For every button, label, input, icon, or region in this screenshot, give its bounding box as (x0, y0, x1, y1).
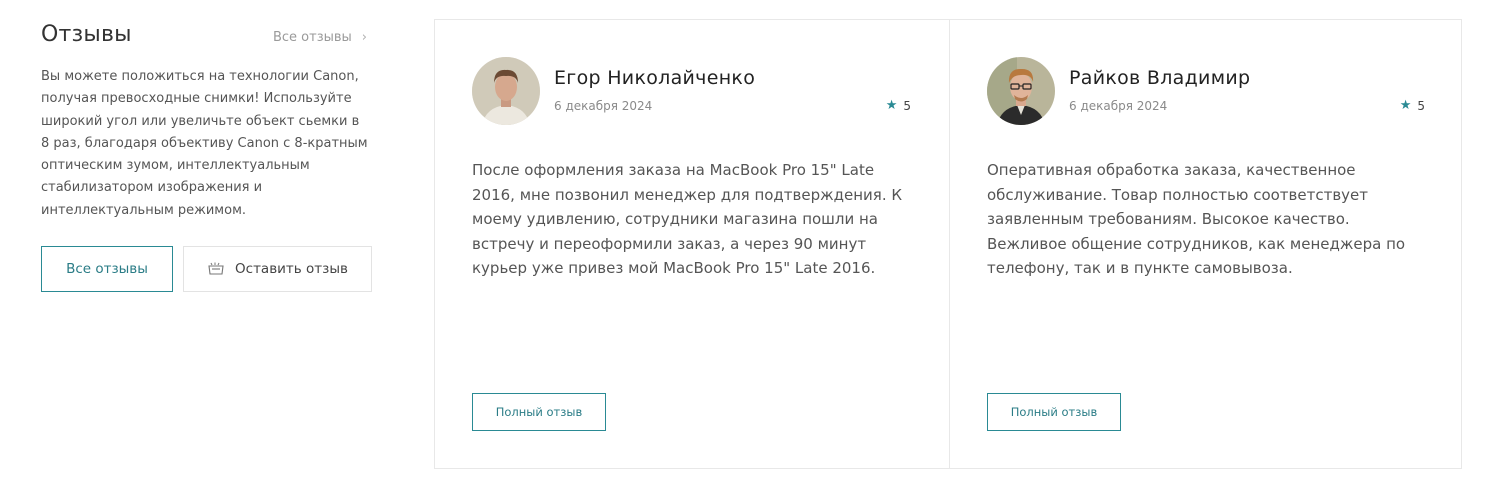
author-name: Егор Николайченко (554, 67, 756, 89)
review-meta: 6 декабря 2024 ★ 5 (554, 98, 912, 113)
author-block: Егор Николайченко 6 декабря 2024 ★ 5 (554, 57, 912, 113)
leave-review-button[interactable]: Оставить отзыв (183, 246, 372, 293)
review-card: Егор Николайченко 6 декабря 2024 ★ 5 Пос… (435, 20, 949, 468)
review-date: 6 декабря 2024 (554, 98, 653, 113)
review-text: После оформления заказа на MacBook Pro 1… (472, 161, 903, 277)
rating-value: 5 (903, 98, 911, 113)
review-header: Райков Владимир 6 декабря 2024 ★ 5 (987, 57, 1426, 125)
avatar (472, 57, 540, 125)
review-date: 6 декабря 2024 (1069, 98, 1168, 113)
rating: ★ 5 (1400, 98, 1425, 113)
all-reviews-link-label: Все отзывы (272, 30, 352, 45)
author-name: Райков Владимир (1069, 67, 1251, 89)
star-icon: ★ (885, 98, 898, 113)
reviews-intro: Отзывы Все отзывы › Вы можете положиться… (41, 22, 373, 293)
section-description: Вы можете положиться на технологии Canon… (41, 69, 368, 218)
chevron-right-icon: › (361, 30, 367, 45)
intro-buttons: Все отзывы Оставить отзыв (41, 246, 373, 293)
section-title: Отзывы (41, 22, 132, 47)
rating-value: 5 (1417, 98, 1425, 113)
pencil-icon (207, 262, 225, 276)
all-reviews-button[interactable]: Все отзывы (41, 246, 173, 293)
leave-review-label: Оставить отзыв (235, 261, 348, 278)
reviews-list: Егор Николайченко 6 декабря 2024 ★ 5 Пос… (434, 19, 1462, 469)
full-review-button[interactable]: Полный отзыв (472, 393, 606, 431)
review-card: Райков Владимир 6 декабря 2024 ★ 5 Опера… (949, 20, 1463, 468)
all-reviews-link[interactable]: Все отзывы › (273, 30, 367, 45)
review-text: Оперативная обработка заказа, качественн… (987, 161, 1406, 277)
full-review-button[interactable]: Полный отзыв (987, 393, 1121, 431)
review-header: Егор Николайченко 6 декабря 2024 ★ 5 (472, 57, 912, 125)
reviews-header: Отзывы Все отзывы › (41, 22, 373, 52)
star-icon: ★ (1399, 98, 1412, 113)
author-block: Райков Владимир 6 декабря 2024 ★ 5 (1069, 57, 1426, 113)
review-meta: 6 декабря 2024 ★ 5 (1069, 98, 1426, 113)
avatar (987, 57, 1055, 125)
rating: ★ 5 (886, 98, 911, 113)
